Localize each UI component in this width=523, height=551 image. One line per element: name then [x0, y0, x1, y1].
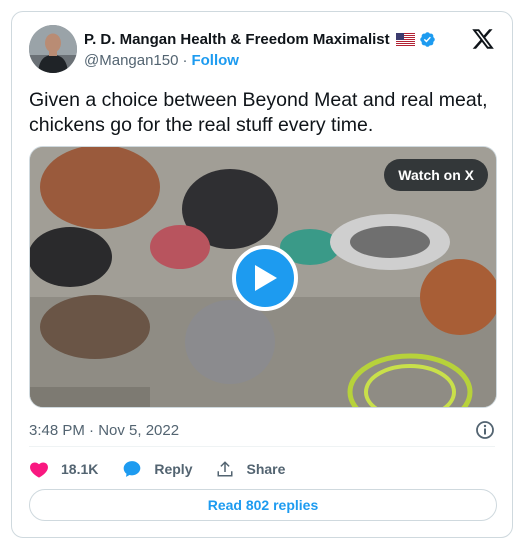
like-count: 18.1K	[61, 461, 99, 477]
tweet-meta: 3:48 PM · Nov 5, 2022	[29, 418, 495, 442]
play-button[interactable]	[232, 245, 298, 311]
reply-bubble-icon	[124, 461, 141, 477]
tweet-timestamp[interactable]: 3:48 PM · Nov 5, 2022	[29, 422, 179, 439]
avatar[interactable]	[29, 25, 77, 73]
x-logo-icon[interactable]	[471, 27, 495, 51]
heart-icon	[30, 462, 48, 478]
info-icon[interactable]	[475, 420, 495, 440]
share-icon	[217, 461, 233, 477]
tweet-card: P. D. Mangan Health & Freedom Maximalist	[11, 11, 513, 538]
watch-on-x-button[interactable]: Watch on X	[384, 159, 488, 191]
author-handle[interactable]: @Mangan150	[84, 52, 178, 69]
tweet-header: P. D. Mangan Health & Freedom Maximalist	[29, 25, 495, 75]
reply-button[interactable]: Reply	[122, 459, 192, 479]
action-bar: 18.1K Reply Share	[29, 457, 285, 481]
share-label: Share	[246, 461, 286, 477]
us-flag-icon	[395, 32, 415, 46]
follow-button[interactable]: Follow	[191, 52, 239, 69]
divider	[29, 446, 495, 447]
separator-dot: ·	[182, 52, 188, 69]
play-icon	[255, 265, 277, 291]
author-info: P. D. Mangan Health & Freedom Maximalist	[84, 29, 436, 69]
like-button[interactable]: 18.1K	[29, 460, 98, 478]
author-display-name[interactable]: P. D. Mangan Health & Freedom Maximalist	[84, 31, 390, 48]
reply-label: Reply	[154, 461, 193, 477]
share-button[interactable]: Share	[216, 460, 285, 478]
verified-badge-icon	[419, 31, 436, 48]
read-replies-button[interactable]: Read 802 replies	[29, 489, 497, 521]
tweet-text: Given a choice between Beyond Meat and r…	[29, 89, 488, 136]
video-player[interactable]: Watch on X	[29, 146, 497, 408]
